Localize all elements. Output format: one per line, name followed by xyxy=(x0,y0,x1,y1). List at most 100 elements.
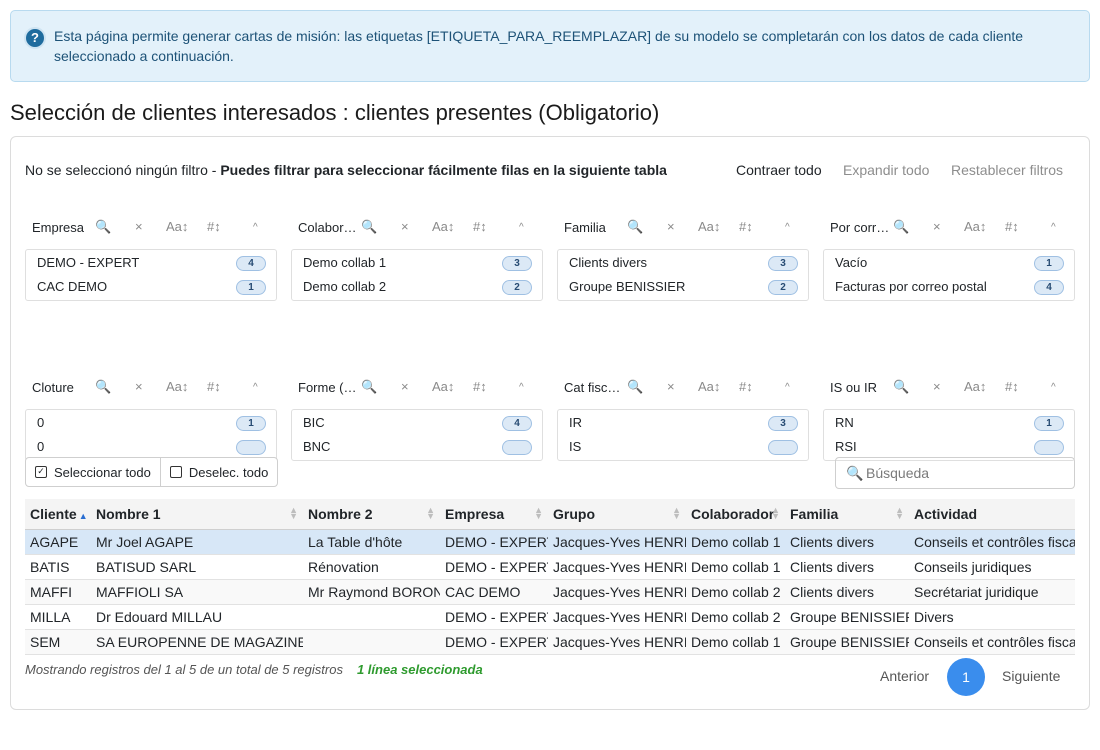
sort-count-icon[interactable]: #↕ xyxy=(473,219,487,234)
pane-option[interactable]: Groupe BENISSIER 2 xyxy=(558,275,808,299)
search-icon[interactable]: 🔍 xyxy=(95,379,111,395)
pane-option[interactable]: RN 1 xyxy=(824,411,1074,435)
sort-alpha-icon[interactable]: Aa↕ xyxy=(166,379,188,394)
count-badge: 1 xyxy=(236,416,266,431)
column-header[interactable]: Empresa ▲ ▼ xyxy=(440,499,548,530)
clear-icon[interactable]: × xyxy=(667,219,675,234)
sort-alpha-icon[interactable]: Aa↕ xyxy=(432,379,454,394)
pane-option[interactable]: 01 xyxy=(26,411,276,435)
column-header[interactable]: Cliente ▲ xyxy=(25,499,91,530)
table-cell: Demo collab 1 xyxy=(686,529,785,555)
pane-header: Familia 🔍 × Aa↕ #↕ ^ xyxy=(557,214,809,244)
pane-title: Cloture xyxy=(32,380,74,395)
collapse-all-button[interactable]: Contraer todo xyxy=(736,162,822,178)
filter-pane: Cloture 🔍 × Aa↕ #↕ ^ 0 1 0 xyxy=(25,374,277,461)
count-badge: 3 xyxy=(768,416,798,431)
table-row[interactable]: MILLA Dr Edouard MILLAU DEMO - EXPERT Jacqu… xyxy=(25,604,1075,630)
collapse-caret-icon[interactable]: ^ xyxy=(253,382,258,393)
clear-icon[interactable]: × xyxy=(401,219,409,234)
collapse-caret-icon[interactable]: ^ xyxy=(519,382,524,393)
table-row[interactable]: SEM SA EUROPENNE DE MAGAZINES DEMO - EXPER… xyxy=(25,629,1075,655)
pane-option[interactable]: IS xyxy=(558,435,808,459)
collapse-caret-icon[interactable]: ^ xyxy=(785,222,790,233)
pane-header: Cat fiscal... 🔍 × Aa↕ #↕ ^ xyxy=(557,374,809,404)
table-cell: Conseils juridiques xyxy=(909,554,1075,580)
sort-alpha-icon[interactable]: Aa↕ xyxy=(432,219,454,234)
column-header[interactable]: Grupo ▲ ▼ xyxy=(548,499,686,530)
sort-count-icon[interactable]: #↕ xyxy=(473,379,487,394)
collapse-caret-icon[interactable]: ^ xyxy=(519,222,524,233)
pane-option[interactable]: Facturas por correo postal 4 xyxy=(824,275,1074,299)
search-input[interactable] xyxy=(866,463,1066,483)
table-cell: MAFFIOLI SA xyxy=(91,579,303,605)
pane-option[interactable]: BIC 4 xyxy=(292,411,542,435)
search-icon[interactable]: 🔍 xyxy=(361,219,377,235)
sort-count-icon[interactable]: #↕ xyxy=(207,379,221,394)
pane-option[interactable]: CAC DEMO 1 xyxy=(26,275,276,299)
sort-alpha-icon[interactable]: Aa↕ xyxy=(166,219,188,234)
sort-alpha-icon[interactable]: Aa↕ xyxy=(698,219,720,234)
table-row[interactable]: MAFFI MAFFIOLI SA Mr Raymond BORON CAC DEMO… xyxy=(25,579,1075,605)
clear-icon[interactable]: × xyxy=(135,219,143,234)
collapse-caret-icon[interactable]: ^ xyxy=(785,382,790,393)
clear-icon[interactable]: × xyxy=(401,379,409,394)
pane-option[interactable]: RSI xyxy=(824,435,1074,459)
clear-icon[interactable]: × xyxy=(135,379,143,394)
clear-icon[interactable]: × xyxy=(933,379,941,394)
pane-option[interactable]: Clients divers 3 xyxy=(558,251,808,275)
select-all-button[interactable]: ✓ Seleccionar todo xyxy=(26,458,160,486)
column-header[interactable]: Familia ▲ ▼ xyxy=(785,499,909,530)
column-header[interactable]: Actividad▲▼ xyxy=(909,499,1075,530)
sort-count-icon[interactable]: #↕ xyxy=(1005,379,1019,394)
table-cell: BATISUD SARL xyxy=(91,554,303,580)
column-header[interactable]: Nombre 1 ▲ ▼ xyxy=(91,499,303,530)
checked-box-icon: ✓ xyxy=(35,466,47,478)
pane-header: IS ou IR 🔍 × Aa↕ #↕ ^ xyxy=(823,374,1075,404)
reset-filters-button[interactable]: Restablecer filtros xyxy=(951,162,1063,178)
table-body: AGAPE Mr Joel AGAPE La Table d'hôte DEMO - … xyxy=(25,529,1075,655)
table-cell: BATIS xyxy=(25,554,91,580)
search-icon[interactable]: 🔍 xyxy=(627,219,643,235)
sort-count-icon[interactable]: #↕ xyxy=(739,379,753,394)
previous-page-button[interactable]: Anterior xyxy=(880,668,929,684)
column-header[interactable]: Colaborador ▲ ▼ xyxy=(686,499,785,530)
table-row[interactable]: AGAPE Mr Joel AGAPE La Table d'hôte DEMO - … xyxy=(25,529,1075,555)
next-page-button[interactable]: Siguiente xyxy=(1002,668,1060,684)
table-cell: SEM xyxy=(25,629,91,655)
sort-count-icon[interactable]: #↕ xyxy=(1005,219,1019,234)
search-icon[interactable]: 🔍 xyxy=(893,379,909,395)
pane-option[interactable]: DEMO - EXPERT 4 xyxy=(26,251,276,275)
page-1-button[interactable]: 1 xyxy=(947,658,985,696)
clients-table-wrapper[interactable]: Cliente ▲ Nombre 1 ▲ ▼ Nombre 2 ▲ ▼ Empresa ▲ ▼ Gru… xyxy=(25,499,1075,655)
sort-count-icon[interactable]: #↕ xyxy=(207,219,221,234)
pane-header: Empresa 🔍 × Aa↕ #↕ ^ xyxy=(25,214,277,244)
clear-icon[interactable]: × xyxy=(667,379,675,394)
column-header[interactable]: Nombre 2 ▲ ▼ xyxy=(303,499,440,530)
sort-count-icon[interactable]: #↕ xyxy=(739,219,753,234)
filter-pane: Forme (s... 🔍 × Aa↕ #↕ ^ BIC 4 BNC xyxy=(291,374,543,461)
expand-all-button[interactable]: Expandir todo xyxy=(843,162,929,178)
pane-option[interactable]: IR 3 xyxy=(558,411,808,435)
sort-alpha-icon[interactable]: Aa↕ xyxy=(964,219,986,234)
pane-option[interactable]: Vacío 1 xyxy=(824,251,1074,275)
table-cell: Jacques-Yves HENRI xyxy=(548,579,686,605)
sort-icon: ▲ ▼ xyxy=(771,505,780,521)
table-row[interactable]: BATIS BATISUD SARL Rénovation DEMO - EXPERT… xyxy=(25,554,1075,580)
search-icon[interactable]: 🔍 xyxy=(95,219,111,235)
pane-option[interactable]: BNC xyxy=(292,435,542,459)
pane-option[interactable]: Demo collab 13 xyxy=(292,251,542,275)
sort-alpha-icon[interactable]: Aa↕ xyxy=(698,379,720,394)
search-icon[interactable]: 🔍 xyxy=(627,379,643,395)
pane-option[interactable]: 0 xyxy=(26,435,276,459)
collapse-caret-icon[interactable]: ^ xyxy=(1051,222,1056,233)
sort-alpha-icon[interactable]: Aa↕ xyxy=(964,379,986,394)
clear-icon[interactable]: × xyxy=(933,219,941,234)
collapse-caret-icon[interactable]: ^ xyxy=(253,222,258,233)
table-cell: Jacques-Yves HENRI xyxy=(548,629,686,655)
deselect-all-button[interactable]: Deselec. todo xyxy=(159,458,278,486)
search-icon[interactable]: 🔍 xyxy=(361,379,377,395)
pane-option[interactable]: Demo collab 22 xyxy=(292,275,542,299)
collapse-caret-icon[interactable]: ^ xyxy=(1051,382,1056,393)
search-icon[interactable]: 🔍 xyxy=(893,219,909,235)
help-icon: ? xyxy=(24,27,46,49)
